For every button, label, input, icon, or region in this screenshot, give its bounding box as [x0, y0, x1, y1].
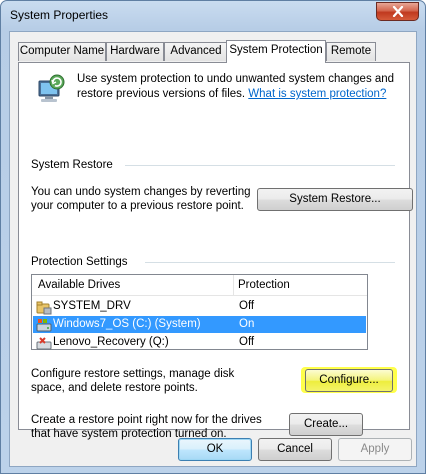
configure-highlight: Configure... — [301, 367, 397, 393]
list-item[interactable]: SYSTEM_DRV Off — [33, 298, 366, 315]
cancel-button[interactable]: Cancel — [258, 438, 332, 461]
column-header-drives[interactable]: Available Drives — [38, 279, 120, 291]
tab-label: System Protection — [229, 44, 323, 56]
protection-settings-heading: Protection Settings — [31, 256, 128, 268]
button-label: System Restore... — [289, 193, 381, 205]
ok-button[interactable]: OK — [178, 438, 252, 461]
tab-advanced[interactable]: Advanced — [164, 42, 228, 61]
create-button[interactable]: Create... — [289, 413, 363, 436]
title-bar[interactable]: System Properties — [1, 1, 425, 29]
column-divider — [233, 275, 234, 296]
window-title: System Properties — [10, 8, 109, 22]
dialog-client-area: Computer Name Hardware Advanced System P… — [9, 31, 417, 467]
drives-list[interactable]: Available Drives Protection SYSTEM_DRV O… — [31, 274, 368, 350]
tab-computer-name[interactable]: Computer Name — [18, 42, 106, 61]
system-protection-icon — [38, 74, 65, 102]
system-properties-window: System Properties Computer Name Hardware… — [0, 0, 426, 474]
tab-label: Advanced — [170, 45, 222, 57]
button-label: Cancel — [277, 443, 313, 455]
intro-text: Use system protection to undo unwanted s… — [77, 72, 397, 102]
divider — [145, 262, 395, 263]
what-is-system-protection-link[interactable]: What is system protection? — [248, 88, 386, 100]
drive-name: Lenovo_Recovery (Q:) — [53, 336, 169, 348]
button-label: Configure... — [319, 374, 379, 386]
drive-name: SYSTEM_DRV — [53, 300, 131, 312]
recovery-drive-icon — [36, 337, 52, 350]
create-description: Create a restore point right now for the… — [31, 414, 262, 440]
tab-label: Computer Name — [19, 45, 105, 57]
system-restore-heading: System Restore — [31, 159, 113, 171]
tab-label: Remote — [330, 45, 372, 57]
configure-button[interactable]: Configure... — [305, 369, 393, 392]
folder-drive-icon — [36, 301, 52, 315]
close-button[interactable] — [376, 2, 419, 21]
button-label: Apply — [360, 443, 390, 455]
column-header-protection[interactable]: Protection — [238, 279, 290, 291]
list-item[interactable]: Windows7_OS (C:) (System) On — [33, 316, 366, 333]
system-restore-description: You can undo system changes by reverting… — [31, 186, 251, 212]
list-header: Available Drives Protection — [32, 275, 367, 296]
configure-description: Configure restore settings, manage disk … — [31, 368, 235, 394]
button-label: OK — [206, 443, 224, 455]
system-drive-icon — [36, 319, 52, 332]
tab-hardware[interactable]: Hardware — [106, 42, 164, 61]
system-protection-panel: Use system protection to undo unwanted s… — [18, 62, 413, 440]
list-item[interactable]: Lenovo_Recovery (Q:) Off — [33, 334, 366, 351]
drive-protection-status: Off — [239, 300, 255, 312]
divider — [125, 165, 395, 166]
drive-protection-status: Off — [239, 336, 255, 348]
drive-protection-status: On — [239, 318, 255, 330]
apply-button[interactable]: Apply — [338, 438, 412, 461]
close-icon — [392, 6, 403, 17]
tab-system-protection[interactable]: System Protection — [226, 40, 326, 63]
tab-label: Hardware — [110, 45, 160, 57]
tab-strip: Computer Name Hardware Advanced System P… — [18, 40, 410, 63]
system-restore-button[interactable]: System Restore... — [257, 188, 413, 211]
tab-remote[interactable]: Remote — [326, 42, 376, 61]
drive-name: Windows7_OS (C:) (System) — [53, 318, 201, 330]
button-label: Create... — [303, 418, 349, 430]
